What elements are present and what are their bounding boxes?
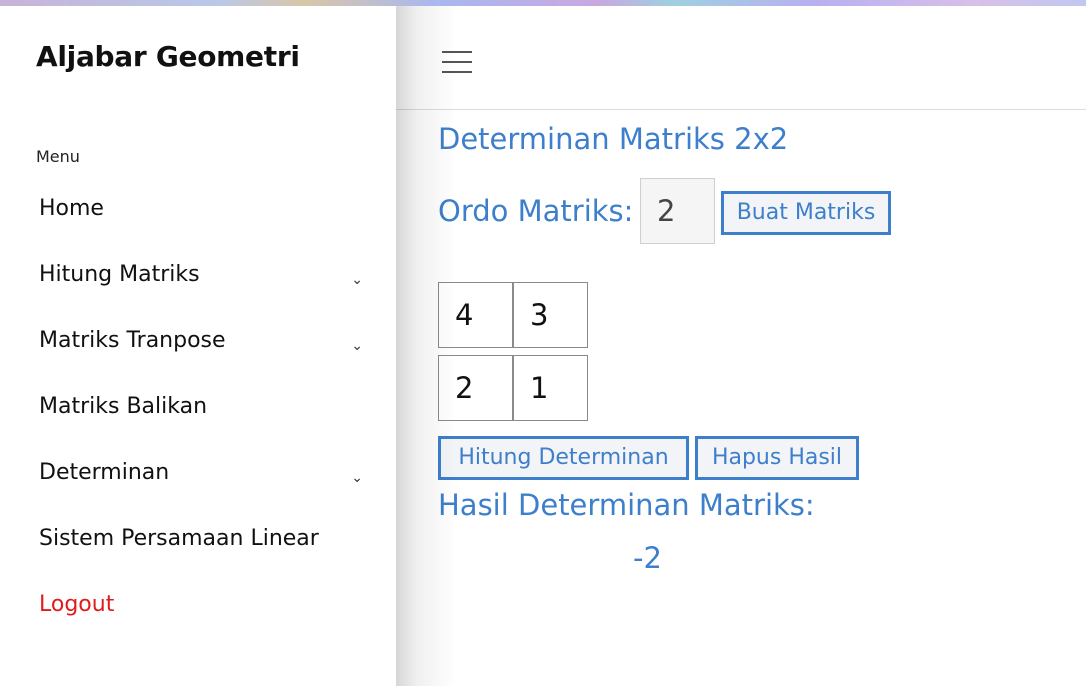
ordo-label: Ordo Matriks: <box>438 194 634 228</box>
sidebar-shadow <box>396 6 456 686</box>
sidebar-item-home[interactable]: Home <box>39 196 369 221</box>
chevron-down-icon: ⌄ <box>351 338 363 354</box>
sidebar-item-sistem-persamaan-linear[interactable]: Sistem Persamaan Linear <box>39 526 369 551</box>
topbar <box>396 6 1086 110</box>
matrix-cell-1-2[interactable] <box>513 282 588 348</box>
sidebar-item-label: Hitung Matriks <box>39 262 200 287</box>
sidebar-item-label: Matriks Balikan <box>39 394 208 419</box>
sidebar-item-logout[interactable]: Logout <box>39 592 369 617</box>
sidebar-item-label: Sistem Persamaan Linear <box>39 526 319 551</box>
sidebar-item-label: Logout <box>39 592 115 617</box>
sidebar-item-matriks-balikan[interactable]: Matriks Balikan <box>39 394 369 419</box>
sidebar-item-label: Matriks Tranpose <box>39 328 226 353</box>
sidebar-item-hitung-matriks[interactable]: Hitung Matriks ⌄ <box>39 262 369 288</box>
sidebar-item-label: Home <box>39 196 104 221</box>
hapus-hasil-button[interactable]: Hapus Hasil <box>695 436 859 480</box>
matrix-cell-2-2[interactable] <box>513 355 588 421</box>
result-label: Hasil Determinan Matriks: <box>438 488 815 522</box>
result-value: -2 <box>633 541 662 575</box>
page-title: Determinan Matriks 2x2 <box>438 122 789 156</box>
hitung-determinan-button[interactable]: Hitung Determinan <box>438 436 689 480</box>
brand-title: Aljabar Geometri <box>36 40 300 73</box>
chevron-down-icon: ⌄ <box>351 272 363 288</box>
sidebar-item-matriks-tranpose[interactable]: Matriks Tranpose ⌄ <box>39 328 369 354</box>
chevron-down-icon: ⌄ <box>351 470 363 486</box>
sidebar-item-label: Determinan <box>39 460 170 485</box>
ordo-input[interactable] <box>640 178 715 244</box>
buat-matriks-button[interactable]: Buat Matriks <box>721 191 891 235</box>
menu-heading: Menu <box>36 147 80 166</box>
sidebar-item-determinan[interactable]: Determinan ⌄ <box>39 460 369 486</box>
sidebar: Aljabar Geometri Menu Home Hitung Matrik… <box>0 6 396 686</box>
main-content: Determinan Matriks 2x2 Ordo Matriks: Bua… <box>396 6 1086 686</box>
